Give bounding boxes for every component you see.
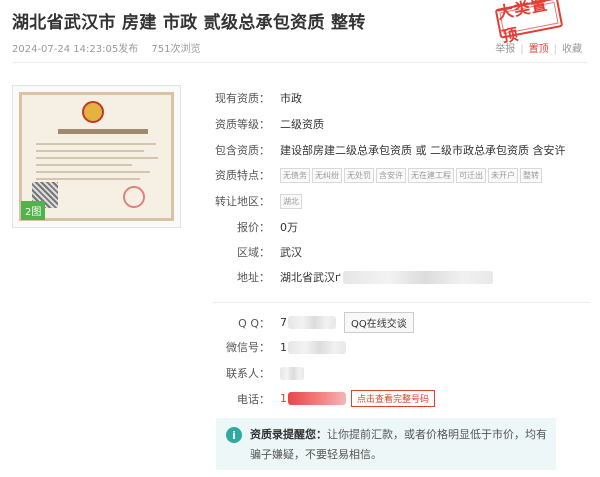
- detail-row-included: 包含资质： 建设部房建二级总承包资质 或 二级市政总承包资质 含安许: [215, 144, 566, 157]
- feature-tag: 无债务: [280, 167, 310, 183]
- safety-notice: i 资质录提醒您：让你提前汇款，或者价格明显低于市价，均有骗子嫌疑，不要轻易相信…: [216, 418, 556, 470]
- detail-row-address: 地址： 湖北省武汉ґ: [212, 269, 493, 285]
- feature-tags: 无债务 无纠纷 无处罚 含安许 无在建工程 可迁出 未开户 整转: [280, 167, 542, 183]
- feature-tag: 无纠纷: [312, 167, 342, 183]
- header-divider: [12, 62, 588, 63]
- emblem-icon: [82, 101, 104, 123]
- contact-row-qq: Q Q： 7 QQ在线交谈: [212, 312, 414, 333]
- seal-icon: [123, 186, 145, 208]
- top-promotion-stamp: 大类置顶: [494, 0, 564, 46]
- detail-row-region: 转让地区： 湖北: [212, 193, 302, 209]
- redacted-contact-name: [280, 366, 304, 380]
- post-meta: 2024-07-24 14:23:05发布 751次浏览: [12, 40, 201, 55]
- info-icon: i: [226, 427, 242, 443]
- contact-divider: [212, 302, 590, 303]
- detail-row-current-qualification: 现有资质： 市政: [215, 92, 302, 105]
- post-actions: 举报 | 置顶 | 收藏: [495, 44, 582, 55]
- qq-chat-button[interactable]: QQ在线交谈: [344, 312, 414, 333]
- feature-tag: 无处罚: [344, 167, 374, 183]
- show-full-number-button[interactable]: 点击查看完整号码: [351, 390, 436, 407]
- detail-row-grade: 资质等级： 二级资质: [215, 118, 324, 131]
- feature-tag: 未开户: [488, 167, 518, 183]
- image-count-badge: 2图: [21, 201, 46, 220]
- feature-tag: 无在建工程: [408, 167, 454, 183]
- feature-tag: 整转: [520, 167, 542, 183]
- region-tag: 湖北: [280, 193, 302, 209]
- contact-row-person: 联系人：: [212, 365, 304, 381]
- contact-row-wechat: 微信号： 1: [212, 339, 346, 355]
- favorite-link[interactable]: 收藏: [562, 44, 582, 55]
- detail-row-features: 资质特点： 无债务 无纠纷 无处罚 含安许 无在建工程 可迁出 未开户 整转: [212, 167, 542, 183]
- view-count: 751次浏览: [151, 44, 201, 55]
- redacted-phone: [288, 392, 346, 405]
- redacted-address: [342, 270, 493, 284]
- detail-row-area: 区域： 武汉: [237, 246, 302, 259]
- pin-link[interactable]: 置顶: [529, 44, 549, 55]
- certificate-thumbnail[interactable]: 2图: [12, 85, 181, 228]
- page-title: 湖北省武汉市 房建 市政 贰级总承包资质 整转: [12, 13, 366, 33]
- feature-tag: 含安许: [376, 167, 406, 183]
- redacted-wechat: [288, 340, 346, 354]
- publish-time: 2024-07-24 14:23:05发布: [12, 44, 139, 55]
- feature-tag: 可迁出: [456, 167, 486, 183]
- redacted-qq: [288, 316, 336, 329]
- contact-row-phone: 电话： 1 点击查看完整号码: [212, 390, 436, 407]
- report-link[interactable]: 举报: [495, 44, 515, 55]
- notice-heading: 资质录提醒您：: [250, 428, 327, 441]
- detail-row-price: 报价： 0万: [237, 221, 298, 234]
